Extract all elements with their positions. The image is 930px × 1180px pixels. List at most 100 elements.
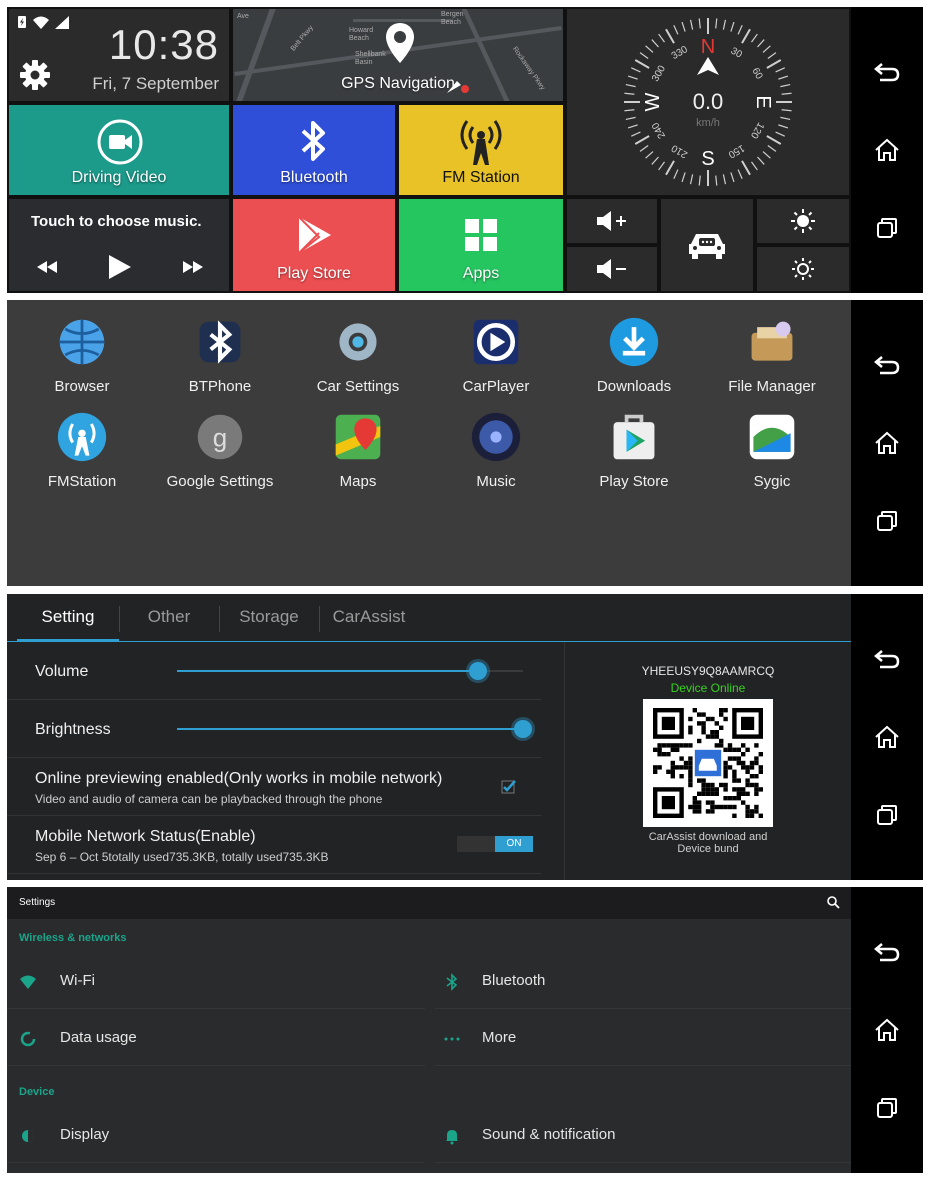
navigation-bar [851, 300, 923, 586]
clock-tile[interactable]: 10:38 Fri, 7 September [9, 9, 229, 101]
app-fmstation[interactable]: FMStation [13, 411, 151, 490]
bluetooth-tile[interactable]: Bluetooth [233, 105, 395, 195]
tab-setting[interactable]: Setting [17, 594, 119, 642]
app-label: Car Settings [316, 378, 400, 395]
app-browser[interactable]: Browser [13, 316, 151, 395]
fast-forward-icon[interactable] [183, 261, 203, 273]
qr-module [683, 743, 689, 748]
search-icon[interactable] [827, 896, 840, 909]
recents-button[interactable] [869, 797, 905, 833]
qr-module [688, 804, 693, 810]
home-button[interactable] [869, 1012, 905, 1048]
qr-module [754, 804, 759, 810]
qr-module [697, 809, 702, 814]
volume-slider[interactable] [177, 662, 523, 680]
brightness-down-button[interactable] [757, 247, 849, 291]
driving-video-tile[interactable]: Driving Video [9, 105, 229, 195]
compass-tick [741, 28, 751, 44]
app-sygic[interactable]: Sygic [703, 411, 841, 490]
qr-module [745, 747, 750, 752]
fm-station-tile[interactable]: FM Station [399, 105, 563, 195]
tab-carassist[interactable]: CarAssist [319, 594, 419, 642]
qr-module [701, 782, 706, 788]
qr-module [719, 725, 724, 730]
compass-tick [766, 59, 782, 69]
settings-item-data-usage[interactable]: Data usage [7, 1012, 425, 1066]
apps-tile[interactable]: Apps [399, 199, 563, 291]
brightness-row: Brightness [7, 700, 541, 758]
tab-other[interactable]: Other [119, 594, 219, 642]
qr-module [714, 743, 719, 748]
recents-button[interactable] [869, 210, 905, 246]
music-tile[interactable]: Touch to choose music. [9, 199, 229, 291]
brightness-up-button[interactable] [757, 199, 849, 243]
online-preview-row[interactable]: Online previewing enabled(Only works in … [7, 758, 541, 816]
brightness-slider[interactable] [177, 720, 532, 738]
qr-module [697, 738, 702, 744]
qr-module [688, 774, 693, 779]
qr-module [653, 747, 658, 752]
volume-slider-knob[interactable] [469, 662, 487, 680]
app-car-settings[interactable]: Car Settings [289, 316, 427, 395]
settings-item-wifi[interactable]: Wi-Fi [7, 955, 425, 1009]
qr-module [705, 782, 711, 788]
compass-tick [715, 18, 718, 29]
qr-module [727, 796, 733, 801]
home-button[interactable] [869, 425, 905, 461]
home-button[interactable] [869, 132, 905, 168]
app-music[interactable]: Music [427, 411, 565, 490]
qr-module [701, 730, 706, 735]
compass-tick [651, 156, 659, 165]
carassist-settings: Setting Other Storage CarAssist Volume B… [7, 594, 923, 880]
carassist-button[interactable] [661, 199, 753, 291]
play-icon[interactable] [109, 255, 131, 279]
back-button[interactable] [869, 641, 905, 677]
home-icon [875, 138, 899, 161]
qr-module [741, 787, 746, 792]
app-maps[interactable]: Maps [289, 411, 427, 490]
brightness-slider-knob[interactable] [514, 720, 532, 738]
clock-date: Fri, 7 September [92, 74, 219, 93]
back-icon [874, 356, 900, 375]
sygic-icon [746, 411, 798, 463]
compass-tick [751, 33, 758, 43]
settings-item-sound[interactable]: Sound & notification [435, 1109, 851, 1163]
tab-storage[interactable]: Storage [219, 594, 319, 642]
qr-module [758, 769, 763, 774]
mobile-network-subtitle: Sep 6 – Oct 5totally used735.3KB, totall… [35, 850, 329, 864]
volume-up-button[interactable] [567, 199, 657, 243]
gear-icon[interactable] [19, 59, 51, 91]
settings-item-more[interactable]: More [435, 1012, 851, 1066]
qr-module [723, 765, 728, 770]
settings-item-bluetooth[interactable]: Bluetooth [435, 955, 851, 1009]
recents-button[interactable] [869, 503, 905, 539]
qr-finder [661, 716, 675, 730]
preview-checkbox[interactable] [501, 780, 517, 794]
home-button[interactable] [869, 719, 905, 755]
rewind-icon[interactable] [37, 261, 57, 273]
recents-button[interactable] [869, 1090, 905, 1126]
back-button[interactable] [869, 934, 905, 970]
app-file-manager[interactable]: File Manager [703, 316, 841, 395]
qr-module [657, 743, 662, 748]
compass-tick [639, 145, 649, 152]
more-dots-icon [444, 1037, 460, 1041]
qr-module [723, 716, 728, 722]
play-store-tile[interactable]: Play Store [233, 199, 395, 291]
gps-navigation-tile[interactable]: Ave Belt Pkwy Howard Beach Shellbank Bas… [233, 9, 563, 101]
settings-item-display[interactable]: Display [7, 1109, 425, 1163]
compass-tick [762, 45, 771, 53]
app-google-settings[interactable]: g Google Settings [151, 411, 289, 490]
back-button[interactable] [869, 54, 905, 90]
folder-icon [746, 316, 798, 368]
back-button[interactable] [869, 347, 905, 383]
app-downloads[interactable]: Downloads [565, 316, 703, 395]
app-carplayer[interactable]: CarPlayer [427, 316, 565, 395]
compass-tick [631, 131, 641, 137]
app-btphone[interactable]: BTPhone [151, 316, 289, 395]
app-label: Sygic [753, 473, 791, 490]
app-play-store[interactable]: Play Store [565, 411, 703, 490]
qr-module [758, 752, 763, 757]
network-toggle[interactable]: ON [457, 836, 533, 852]
volume-down-button[interactable] [567, 247, 657, 291]
